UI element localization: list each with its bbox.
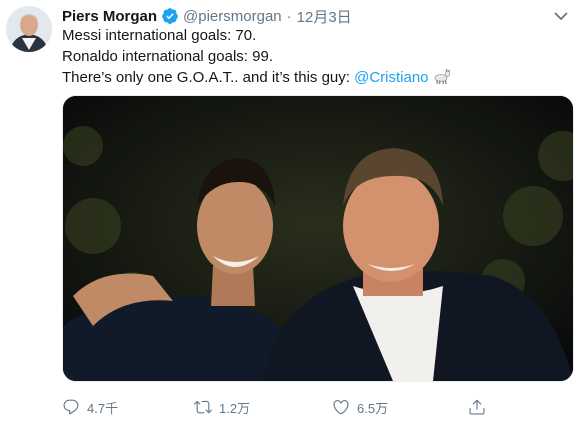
heart-icon xyxy=(333,400,349,415)
tweet-line: There’s only one G.O.A.T.. and it’s this… xyxy=(62,67,572,91)
mention-link[interactable]: @Cristiano xyxy=(354,69,428,86)
chevron-down-icon[interactable] xyxy=(552,8,570,24)
like-count: 6.5万 xyxy=(357,400,389,416)
goat-emoji-icon xyxy=(433,69,451,91)
tweet-header: Piers Morgan @piersmorgan · 12月3日 xyxy=(62,5,352,27)
photo-image xyxy=(63,96,573,381)
tweet-line: Ronaldo international goals: 99. xyxy=(62,48,273,65)
reply-button[interactable]: 4.7千 xyxy=(62,398,118,417)
tweet-line-text: There’s only one G.O.A.T.. and it’s this… xyxy=(62,69,355,86)
like-button[interactable]: 6.5万 xyxy=(332,398,388,417)
separator-dot: · xyxy=(286,7,292,25)
author-name[interactable]: Piers Morgan xyxy=(62,8,157,25)
verified-badge-icon xyxy=(161,7,179,25)
avatar-image xyxy=(6,6,52,52)
share-button[interactable] xyxy=(468,398,493,416)
avatar[interactable] xyxy=(6,6,52,52)
tweet-date[interactable]: 12月3日 xyxy=(297,6,352,27)
share-icon xyxy=(469,399,485,415)
tweet-photo[interactable] xyxy=(62,95,574,382)
reply-count: 4.7千 xyxy=(87,400,119,416)
retweet-button[interactable]: 1.2万 xyxy=(194,398,250,417)
retweet-count: 1.2万 xyxy=(219,400,251,416)
tweet-text: Messi international goals: 70. Ronaldo i… xyxy=(62,25,572,91)
author-handle[interactable]: @piersmorgan xyxy=(183,8,282,25)
reply-icon xyxy=(63,399,79,415)
tweet-line: Messi international goals: 70. xyxy=(62,27,257,44)
tweet-actions: 4.7千 1.2万 6.5万 xyxy=(62,396,562,418)
retweet-icon xyxy=(194,400,212,414)
